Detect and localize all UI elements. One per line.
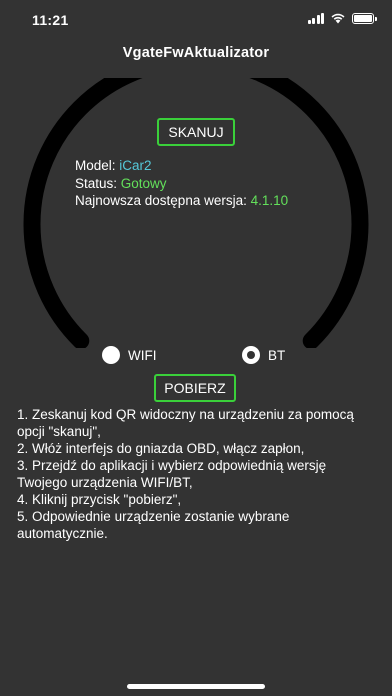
download-button[interactable]: POBIERZ bbox=[154, 374, 236, 402]
version-label: Najnowsza dostępna wersja: bbox=[75, 193, 251, 208]
instruction-item: 1. Zeskanuj kod QR widoczny na urządzeni… bbox=[17, 407, 354, 439]
radio-bt-label: BT bbox=[268, 347, 286, 363]
instruction-item: 2. Włóż interfejs do gniazda OBD, włącz … bbox=[17, 441, 305, 456]
status-label: Status: bbox=[75, 175, 121, 191]
wifi-icon bbox=[331, 13, 345, 24]
radio-bt-circle[interactable] bbox=[242, 346, 260, 364]
status-value: Gotowy bbox=[120, 175, 167, 191]
version-value: 4.1.10 bbox=[250, 193, 289, 208]
app-screen: 11:21 VgateFwAktualizator SKANUJ Model: … bbox=[0, 0, 392, 696]
radio-wifi[interactable]: WIFI bbox=[102, 346, 157, 364]
device-info: Model: iCar2 Status: Gotowy Najnowsza do… bbox=[75, 157, 288, 210]
model-row: Model: iCar2 bbox=[75, 157, 288, 175]
model-label: Model: bbox=[75, 158, 120, 173]
model-value: iCar2 bbox=[119, 158, 152, 173]
radio-bt[interactable]: BT bbox=[242, 346, 285, 364]
radio-wifi-circle[interactable] bbox=[102, 346, 120, 364]
status-time: 11:21 bbox=[32, 12, 69, 28]
signal-icon bbox=[307, 12, 324, 24]
scan-button[interactable]: SKANUJ bbox=[157, 118, 235, 146]
instruction-item: 3. Przejdź do aplikacji i wybierz odpowi… bbox=[17, 458, 327, 490]
radio-wifi-label: WIFI bbox=[128, 347, 157, 363]
status-bar: 11:21 bbox=[0, 0, 392, 40]
status-row: Status: Gotowy bbox=[75, 175, 288, 193]
instruction-item: 5. Odpowiednie urządzenie zostanie wybra… bbox=[17, 509, 290, 541]
battery-icon bbox=[352, 12, 377, 24]
home-indicator[interactable] bbox=[127, 684, 265, 689]
instructions-list: 1. Zeskanuj kod QR widoczny na urządzeni… bbox=[17, 406, 379, 542]
version-row: Najnowsza dostępna wersja: 4.1.10 bbox=[75, 192, 288, 210]
status-icons bbox=[307, 12, 377, 24]
instruction-item: 4. Kliknij przycisk "pobierz", bbox=[17, 492, 182, 507]
app-title: VgateFwAktualizator bbox=[122, 45, 270, 61]
